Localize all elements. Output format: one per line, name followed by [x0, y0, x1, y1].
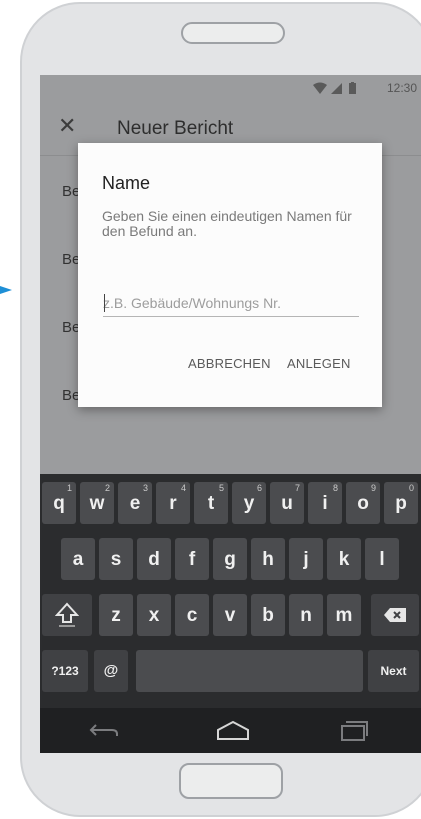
key-letter[interactable]: a	[61, 538, 95, 580]
key-label: a	[72, 549, 84, 570]
key-letter[interactable]: l	[365, 538, 399, 580]
signal-battery-icons	[313, 82, 356, 94]
key-letter[interactable]: c	[175, 594, 209, 636]
shift-icon	[55, 602, 79, 627]
dialog-title: Name	[102, 173, 151, 193]
key-letter[interactable]: b	[251, 594, 285, 636]
key-hint: 7	[294, 483, 300, 493]
key-label: h	[262, 549, 274, 570]
key-letter[interactable]: j	[289, 538, 323, 580]
status-time: 12:30	[386, 81, 417, 95]
name-input[interactable]	[103, 289, 359, 317]
key-letter[interactable]: o9	[346, 482, 380, 524]
key-letter[interactable]: u7	[270, 482, 304, 524]
key-label: @	[103, 662, 119, 679]
key-hint: 9	[370, 483, 376, 493]
key-letter[interactable]: w2	[80, 482, 114, 524]
key-letter[interactable]: g	[213, 538, 247, 580]
key-letter[interactable]: r4	[156, 482, 190, 524]
text-caret	[104, 294, 105, 312]
system-nav-bar	[40, 708, 421, 753]
key-label: s	[110, 549, 122, 570]
key-hint: 2	[104, 483, 110, 493]
name-dialog: Name Geben Sie einen eindeutigen Namen f…	[78, 143, 382, 407]
key-letter[interactable]: v	[213, 594, 247, 636]
key-hint: 5	[218, 483, 224, 493]
key-label: g	[224, 549, 236, 570]
key-label: t	[207, 493, 215, 514]
key-label: n	[300, 605, 312, 626]
backspace-key[interactable]	[371, 594, 419, 636]
key-letter[interactable]: z	[99, 594, 133, 636]
key-label: d	[148, 549, 160, 570]
home-icon[interactable]	[216, 719, 250, 741]
key-label: x	[148, 605, 160, 626]
key-label: r	[169, 493, 177, 514]
key-hint: 0	[408, 483, 414, 493]
key-letter[interactable]: t5	[194, 482, 228, 524]
key-letter[interactable]: s	[99, 538, 133, 580]
page-title: Neuer Bericht	[117, 118, 234, 139]
key-letter[interactable]: k	[327, 538, 361, 580]
key-label: b	[262, 605, 274, 626]
key-label: f	[188, 549, 196, 570]
speaker-grille	[181, 22, 285, 44]
key-label: y	[243, 493, 255, 514]
create-button[interactable]: ANLEGEN	[287, 356, 351, 371]
key-letter[interactable]: e3	[118, 482, 152, 524]
next-key[interactable]: Next	[368, 650, 419, 692]
key-label: j	[303, 549, 309, 570]
recent-apps-icon[interactable]	[339, 720, 369, 742]
space-bar[interactable]	[136, 650, 363, 692]
key-label: m	[335, 605, 353, 626]
key-letter[interactable]: n	[289, 594, 323, 636]
key-letter[interactable]: h	[251, 538, 285, 580]
pointer-arrow-icon	[0, 286, 12, 294]
key-letter[interactable]: q1	[42, 482, 76, 524]
symbols-key[interactable]: ?123	[42, 650, 88, 692]
key-label: ?123	[51, 664, 79, 678]
key-hint: 4	[180, 483, 186, 493]
key-label: u	[281, 493, 293, 514]
key-hint: 8	[332, 483, 338, 493]
key-letter[interactable]: f	[175, 538, 209, 580]
key-label: Next	[380, 664, 407, 678]
key-label: q	[53, 493, 65, 514]
soft-keyboard: q 1 w 2 e 3 r 4 t 5 y 6 u 7 i 8 o 9 p 0 a s d f g h j k l z x c v b n m ?123…	[40, 474, 421, 708]
back-icon[interactable]	[88, 721, 120, 739]
key-letter[interactable]: i8	[308, 482, 342, 524]
key-hint: 3	[142, 483, 148, 493]
key-label: e	[129, 493, 141, 514]
key-hint: 6	[256, 483, 262, 493]
key-letter[interactable]: m	[327, 594, 361, 636]
cancel-button[interactable]: ABBRECHEN	[188, 356, 271, 371]
key-label: l	[379, 549, 385, 570]
home-button[interactable]	[179, 763, 283, 799]
at-key[interactable]: @	[94, 650, 128, 692]
key-label: k	[338, 549, 350, 570]
key-letter[interactable]: p0	[384, 482, 418, 524]
key-label: p	[395, 493, 407, 514]
key-label: z	[111, 605, 121, 626]
backspace-icon	[384, 608, 406, 622]
key-hint: 1	[66, 483, 72, 493]
key-label: i	[322, 493, 328, 514]
key-letter[interactable]: d	[137, 538, 171, 580]
close-icon[interactable]: ✕	[58, 115, 76, 137]
key-label: c	[186, 605, 198, 626]
key-letter[interactable]: y6	[232, 482, 266, 524]
key-label: v	[224, 605, 236, 626]
key-letter[interactable]: x	[137, 594, 171, 636]
dialog-actions: ABBRECHEN ANLEGEN	[78, 356, 382, 376]
status-bar: 12:30	[40, 75, 421, 101]
shift-key[interactable]	[42, 594, 92, 636]
key-label: w	[89, 493, 105, 514]
dialog-message: Geben Sie einen eindeutigen Namen für de…	[102, 208, 352, 239]
key-label: o	[357, 493, 369, 514]
